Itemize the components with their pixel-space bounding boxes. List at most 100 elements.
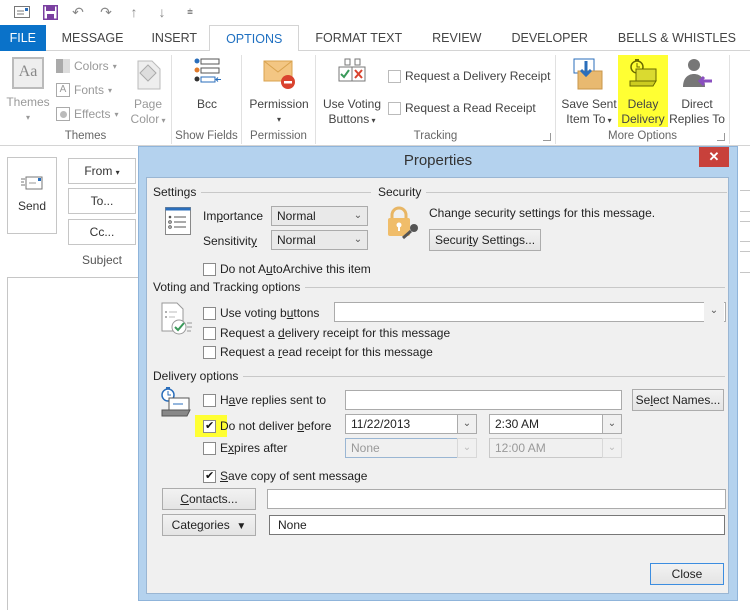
send-button[interactable]: Send [7, 157, 57, 234]
direct-replies-icon [680, 57, 714, 91]
permission-button[interactable]: Permission ▾ [246, 57, 312, 127]
save-sent-item-icon [572, 57, 606, 91]
quick-access-toolbar: ↶ ↷ ↑ ↓ ⩧ [0, 0, 750, 24]
next-item-icon[interactable]: ↓ [148, 0, 176, 24]
chevron-down-icon: ⌄ [602, 414, 622, 434]
dialog-close-x-button[interactable]: ✕ [699, 147, 729, 167]
ribbon-tabs: FILE MESSAGE INSERT OPTIONS FORMAT TEXT … [0, 25, 750, 52]
categories-button[interactable]: Categories ▼ [162, 514, 256, 536]
chevron-down-icon: ⌄ [457, 414, 477, 434]
categories-input[interactable]: None [269, 515, 725, 535]
chevron-down-icon: ⌄ [353, 234, 363, 245]
voting-icon [335, 57, 369, 91]
page-color-icon [131, 57, 165, 91]
divider [740, 241, 750, 242]
request-delivery-receipt-checkbox[interactable]: Request a Delivery Receipt [388, 69, 550, 83]
cc-button[interactable]: Cc... [68, 219, 136, 245]
chevron-down-icon: ⌄ [602, 438, 622, 458]
more-options-dialog-launcher[interactable] [717, 133, 725, 141]
tab-file[interactable]: FILE [0, 25, 46, 51]
divider [740, 272, 750, 273]
divider [740, 190, 750, 191]
chevron-down-icon: ⌄ [353, 210, 363, 221]
chevron-down-icon: ⌄ [704, 302, 724, 322]
select-names-button[interactable]: Select Names... [632, 389, 724, 411]
from-button[interactable]: From ▾ [68, 158, 136, 184]
voting-buttons-combo[interactable]: ⌄ [334, 302, 726, 322]
deliver-date-combo[interactable]: 11/22/2013 ⌄ [345, 414, 477, 434]
contacts-button[interactable]: Contacts... [162, 488, 256, 510]
settings-icon [165, 207, 191, 238]
dialog-body: Settings Importance Normal ⌄ Sensitivity … [146, 177, 729, 594]
importance-select[interactable]: Normal ⌄ [271, 206, 368, 226]
deliver-time-combo[interactable]: 2:30 AM ⌄ [489, 414, 622, 434]
group-tracking: Use Voting Buttons ▾ Request a Delivery … [316, 55, 556, 144]
sensitivity-select[interactable]: Normal ⌄ [271, 230, 368, 250]
delivery-section-heading: Delivery options [153, 369, 725, 383]
do-not-deliver-before-checkbox[interactable]: Do not deliver before [195, 415, 331, 437]
expires-date-combo[interactable]: None ⌄ [345, 438, 477, 458]
group-show-fields: Bcc Show Fields [172, 55, 242, 144]
message-icon[interactable] [8, 0, 36, 24]
divider [740, 251, 750, 252]
security-section-heading: Security [378, 185, 727, 199]
sensitivity-label: Sensitivity [203, 234, 258, 248]
replies-to-input[interactable] [345, 390, 622, 410]
voting-options-icon [161, 302, 193, 339]
tab-format-text[interactable]: FORMAT TEXT [299, 25, 418, 51]
autoarchive-checkbox[interactable]: Do not AutoArchive this item [203, 262, 371, 276]
fonts-button[interactable]: A Fonts ▾ [56, 83, 112, 97]
read-receipt-checkbox[interactable]: Request a read receipt for this message [203, 345, 433, 359]
tab-developer[interactable]: DEVELOPER [495, 25, 603, 51]
colors-button[interactable]: Colors ▾ [56, 59, 117, 73]
delay-delivery-button[interactable]: Delay Delivery [618, 55, 668, 127]
message-body[interactable] [7, 277, 147, 610]
tab-bells-whistles[interactable]: BELLS & WHISTLES [604, 25, 750, 51]
tab-review[interactable]: REVIEW [418, 25, 495, 51]
bcc-button[interactable]: Bcc [186, 57, 228, 112]
close-icon: ✕ [708, 149, 720, 164]
save-copy-checkbox[interactable]: Save copy of sent message [203, 469, 367, 483]
tab-insert[interactable]: INSERT [139, 25, 209, 51]
effects-button[interactable]: Effects ▾ [56, 107, 118, 121]
importance-label: Importance [203, 209, 264, 223]
lock-icon [387, 206, 421, 243]
divider [740, 211, 750, 212]
expires-after-checkbox[interactable]: Expires after [203, 441, 287, 455]
have-replies-sent-to-checkbox[interactable]: Have replies sent to [203, 393, 326, 407]
to-button[interactable]: To... [68, 188, 136, 214]
request-read-receipt-checkbox[interactable]: Request a Read Receipt [388, 101, 536, 115]
page-color-button[interactable]: Page Color ▾ [126, 57, 170, 128]
tracking-dialog-launcher[interactable] [543, 133, 551, 141]
group-themes: Aa Themes ▾ Colors ▾ A Fonts ▾ Effects ▾ Pa… [0, 55, 172, 144]
divider [740, 221, 750, 222]
save-icon[interactable] [36, 0, 64, 24]
save-sent-item-to-button[interactable]: Save Sent Item To ▾ [560, 57, 618, 128]
group-label-permission: Permission [250, 130, 307, 142]
delivery-receipt-checkbox[interactable]: Request a delivery receipt for this mess… [203, 326, 450, 340]
undo-icon[interactable]: ↶ [64, 0, 92, 24]
close-button[interactable]: Close [650, 563, 724, 585]
bcc-icon [190, 57, 224, 91]
dialog-title: Properties [403, 152, 473, 169]
tab-message[interactable]: MESSAGE [46, 25, 140, 51]
ribbon: Aa Themes ▾ Colors ▾ A Fonts ▾ Effects ▾ Pa… [0, 51, 750, 146]
tab-options[interactable]: OPTIONS [209, 25, 300, 52]
group-permission: Permission ▾ Permission [242, 55, 316, 144]
use-voting-buttons-checkbox[interactable]: Use voting buttons [203, 306, 319, 320]
group-label-show-fields: Show Fields [175, 130, 238, 142]
settings-section-heading: Settings [153, 185, 371, 199]
direct-replies-to-button[interactable]: Direct Replies To [668, 57, 726, 127]
group-more-options: Save Sent Item To ▾ Delay Delivery Direc… [556, 55, 730, 144]
fonts-icon: A [56, 83, 70, 97]
permission-icon [262, 57, 296, 91]
expires-time-combo[interactable]: 12:00 AM ⌄ [489, 438, 622, 458]
send-icon [21, 176, 43, 193]
themes-button[interactable]: Aa Themes ▾ [5, 57, 51, 125]
use-voting-buttons-button[interactable]: Use Voting Buttons ▾ [320, 57, 384, 128]
contacts-input[interactable] [267, 489, 726, 509]
redo-icon[interactable]: ↷ [92, 0, 120, 24]
customize-toolbar-icon[interactable]: ⩧ [176, 0, 204, 24]
security-settings-button[interactable]: Security Settings... [429, 229, 541, 251]
previous-item-icon[interactable]: ↑ [120, 0, 148, 24]
